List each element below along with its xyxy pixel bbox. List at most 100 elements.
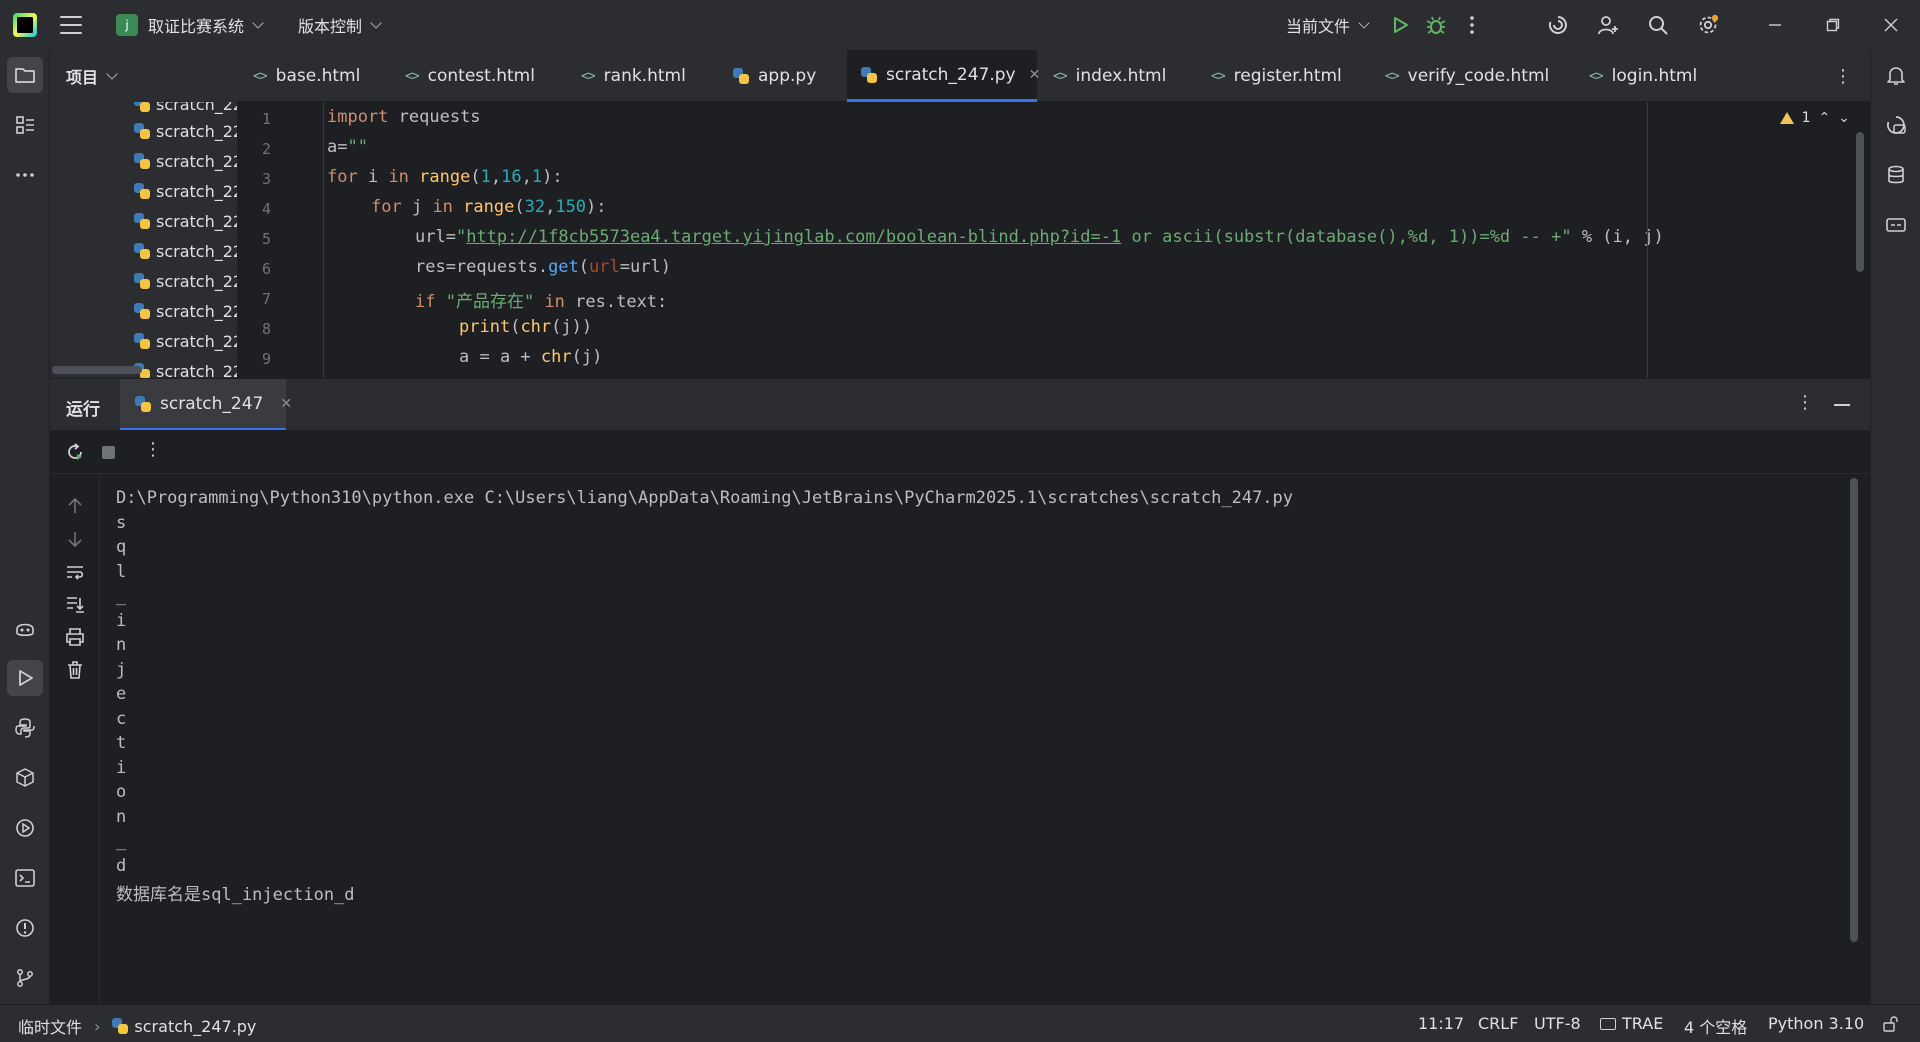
print-icon[interactable]	[65, 627, 85, 647]
tab-rank-html[interactable]: <> rank.html	[581, 50, 686, 102]
tab-app-py[interactable]: app.py	[733, 50, 816, 102]
sciview-button[interactable]	[1878, 207, 1914, 243]
terminal-tool-button[interactable]	[7, 860, 43, 896]
run-config-selector[interactable]: 当前文件	[1285, 13, 1370, 37]
run-console-output[interactable]: D:\Programming\Python310\python.exe C:\U…	[100, 474, 1870, 1004]
run-button[interactable]	[1382, 7, 1418, 43]
tab-verify-code-html[interactable]: <> verify_code.html	[1385, 50, 1549, 102]
breadcrumb-scratches[interactable]: 临时文件	[18, 1014, 82, 1038]
search-everywhere-button[interactable]	[1640, 7, 1676, 43]
git-tool-button[interactable]	[7, 960, 43, 996]
tree-horizontal-scrollbar[interactable]	[52, 366, 142, 374]
tab-login-html[interactable]: <> login.html	[1589, 50, 1697, 102]
project-tool-button[interactable]	[7, 57, 43, 93]
tree-item[interactable]: scratch_22	[134, 266, 237, 296]
code-editor[interactable]: 1 2 3 4 5 6 7 8 9 import requests a="" f…	[237, 102, 1870, 378]
python-file-icon	[134, 153, 150, 169]
tab-register-html[interactable]: <> register.html	[1211, 50, 1342, 102]
ai-assistant-button[interactable]	[1540, 7, 1576, 43]
line-number: 3	[261, 170, 271, 188]
html-file-icon: <>	[1385, 68, 1400, 84]
git-branch-icon	[17, 969, 33, 987]
tab-scratch-247-py[interactable]: scratch_247.py ✕	[847, 50, 1040, 102]
tree-item[interactable]: scratch_22	[134, 296, 237, 326]
restore-button[interactable]	[1804, 0, 1862, 50]
chevron-down-icon	[106, 68, 118, 80]
trae-widget[interactable]: TRAE	[1600, 1014, 1663, 1033]
title-bar: 𝗃 取证比赛系统 版本控制 当前文件	[0, 0, 1920, 50]
python-file-icon	[134, 273, 150, 289]
close-window-button[interactable]	[1862, 0, 1920, 50]
vertical-dots-icon[interactable]: ⋮	[144, 439, 162, 460]
tree-item[interactable]: scratch_22	[134, 146, 237, 176]
rerun-icon[interactable]	[65, 442, 85, 462]
lock-open-icon[interactable]	[1882, 1016, 1898, 1032]
run-tool-button[interactable]	[7, 660, 43, 696]
code-line: res=requests.get(url=url)	[415, 257, 671, 277]
line-separator[interactable]: CRLF	[1478, 1014, 1518, 1033]
python-interpreter[interactable]: Python 3.10	[1768, 1014, 1864, 1033]
horizontal-dots-icon	[16, 173, 34, 177]
settings-button[interactable]	[1690, 7, 1726, 43]
indent-settings[interactable]: 4 个空格	[1684, 1014, 1747, 1038]
ai-chat-button[interactable]	[1878, 107, 1914, 143]
code-with-me-button[interactable]	[1590, 7, 1626, 43]
editor-vertical-scrollbar[interactable]	[1856, 132, 1864, 272]
caret-position[interactable]: 11:17	[1418, 1014, 1464, 1033]
tree-item[interactable]: scratch_22	[134, 326, 237, 356]
run-panel-options-icon[interactable]: ⋮	[1796, 392, 1814, 413]
tree-item[interactable]: scratch_22	[134, 356, 237, 378]
database-button[interactable]	[1878, 157, 1914, 193]
trash-icon[interactable]	[65, 660, 85, 680]
project-name: 取证比赛系统	[148, 17, 245, 36]
stop-icon[interactable]	[102, 446, 115, 459]
python-packages-button[interactable]	[7, 760, 43, 796]
vcs-menu[interactable]: 版本控制	[298, 13, 382, 37]
breadcrumb-file[interactable]: scratch_247.py	[134, 1017, 256, 1036]
tab-base-html[interactable]: <> base.html	[253, 50, 360, 102]
run-panel-title: 运行	[66, 400, 100, 420]
inspection-widget[interactable]: 1 ⌃ ⌄	[1779, 110, 1850, 126]
tree-item[interactable]: scratch_22	[134, 176, 237, 206]
run-tab-scratch-247[interactable]: scratch_247 ✕	[120, 379, 292, 431]
vcs-label: 版本控制	[298, 17, 363, 36]
notifications-button[interactable]	[1878, 57, 1914, 93]
copilot-icon	[16, 623, 34, 637]
tab-contest-html[interactable]: <> contest.html	[405, 50, 535, 102]
code-line: if "产品存在" in res.text:	[415, 292, 668, 312]
python-console-button[interactable]	[7, 710, 43, 746]
tree-item[interactable]: scratch_22	[134, 116, 237, 146]
tree-item[interactable]: scratch_22	[134, 236, 237, 266]
minimize-button[interactable]	[1746, 0, 1804, 50]
status-bar: 临时文件 › scratch_247.py 11:17 CRLF UTF-8 T…	[0, 1004, 1920, 1042]
console-vertical-scrollbar[interactable]	[1850, 478, 1858, 942]
url-link[interactable]: http://1f8cb5573ea4.target.yijinglab.com…	[466, 227, 1121, 247]
services-tool-button[interactable]	[7, 810, 43, 846]
copilot-tool-button[interactable]	[7, 610, 43, 646]
console-line: t	[116, 733, 127, 753]
tree-item[interactable]: scratch_22	[134, 206, 237, 236]
main-menu-icon[interactable]	[60, 16, 82, 34]
more-actions-button[interactable]	[1454, 7, 1490, 43]
problems-tool-button[interactable]	[7, 910, 43, 946]
code-line: for i in range(1,16,1):	[327, 167, 563, 187]
arrow-down-icon[interactable]	[65, 529, 85, 549]
scroll-to-end-icon[interactable]	[65, 594, 85, 614]
run-config-label: 当前文件	[1285, 17, 1350, 36]
project-selector[interactable]: 取证比赛系统	[148, 13, 264, 37]
close-tab-icon[interactable]: ✕	[1029, 67, 1041, 83]
arrow-up-icon[interactable]	[65, 496, 85, 516]
chevron-up-icon[interactable]: ⌃	[1819, 110, 1831, 126]
chevron-down-icon[interactable]: ⌄	[1838, 110, 1850, 126]
structure-tool-button[interactable]	[7, 107, 43, 143]
close-tab-icon[interactable]: ✕	[280, 396, 292, 412]
tab-index-html[interactable]: <> index.html	[1053, 50, 1166, 102]
hide-panel-icon[interactable]	[1834, 404, 1850, 406]
tabs-more-icon[interactable]: ⋮	[1834, 66, 1852, 87]
soft-wrap-icon[interactable]	[65, 562, 85, 582]
more-tool-windows-button[interactable]	[7, 157, 43, 193]
debug-button[interactable]	[1418, 7, 1454, 43]
database-icon	[1888, 165, 1904, 184]
project-panel-header[interactable]: 项目	[50, 50, 237, 102]
file-encoding[interactable]: UTF-8	[1534, 1014, 1581, 1033]
